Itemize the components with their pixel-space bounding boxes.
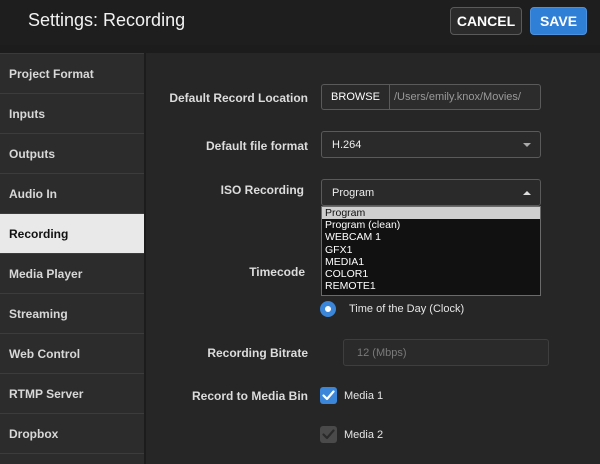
sidebar-item-audio-in[interactable]: Audio In: [0, 174, 144, 214]
sidebar-item-web-control[interactable]: Web Control: [0, 334, 144, 374]
iso-recording-label: ISO Recording: [220, 183, 304, 197]
file-format-select[interactable]: H.264: [321, 131, 541, 158]
recording-bitrate-input[interactable]: 12 (Mbps): [343, 339, 549, 366]
chevron-up-icon: [523, 191, 531, 195]
sidebar-item-rtmp-server[interactable]: RTMP Server: [0, 374, 144, 414]
sidebar-item-outputs[interactable]: Outputs: [0, 134, 144, 174]
sidebar-item-streaming[interactable]: Streaming: [0, 294, 144, 334]
page-title: Settings: Recording: [28, 10, 186, 30]
radio-selected-dot: [325, 306, 331, 312]
media-bin-label: Record to Media Bin: [191, 389, 308, 403]
dropdown-option-program[interactable]: Program: [322, 207, 540, 220]
sidebar-item-recording[interactable]: Recording: [0, 214, 144, 254]
title-bar: Settings: Recording CANCEL SAVE: [0, 0, 600, 45]
record-location-label: Default Record Location: [169, 91, 308, 105]
chevron-down-icon: [523, 143, 531, 147]
dropdown-option-webcam-1[interactable]: WEBCAM 1: [322, 231, 540, 243]
save-button[interactable]: SAVE: [530, 7, 587, 35]
sidebar-item-project-format[interactable]: Project Format: [0, 54, 144, 94]
dropdown-option-program-clean[interactable]: Program (clean): [322, 219, 540, 231]
recording-bitrate-label: Recording Bitrate: [207, 346, 308, 360]
sidebar-item-dropbox[interactable]: Dropbox: [0, 414, 144, 454]
file-format-label: Default file format: [205, 139, 308, 153]
sidebar-item-inputs[interactable]: Inputs: [0, 94, 144, 134]
media-2-label: Media 2: [344, 429, 384, 441]
checkmark-icon: [322, 390, 335, 401]
record-path-field[interactable]: /Users/emily.knox/Movies/: [389, 84, 541, 110]
dropdown-option-remote1[interactable]: REMOTE1: [322, 280, 540, 292]
dropdown-option-media1[interactable]: MEDIA1: [322, 256, 540, 268]
iso-recording-select[interactable]: Program: [321, 179, 541, 206]
checkmark-icon: [322, 429, 335, 440]
timecode-clock-label: Time of the Day (Clock): [349, 303, 465, 315]
media-2-checkbox: [320, 426, 337, 443]
file-format-value: H.264: [332, 138, 362, 151]
cancel-button[interactable]: CANCEL: [450, 7, 522, 35]
dropdown-option-color1[interactable]: COLOR1: [322, 268, 540, 280]
settings-sidebar: Project Format Inputs Outputs Audio In R…: [0, 53, 144, 464]
timecode-label: Timecode: [249, 265, 305, 279]
iso-recording-value: Program: [332, 186, 375, 199]
media-1-checkbox[interactable]: [320, 387, 337, 404]
timecode-clock-radio[interactable]: [320, 301, 336, 317]
iso-recording-dropdown: Program Program (clean) WEBCAM 1 GFX1 ME…: [321, 206, 541, 296]
sidebar-item-media-player[interactable]: Media Player: [0, 254, 144, 294]
dropdown-option-gfx1[interactable]: GFX1: [322, 244, 540, 256]
browse-button[interactable]: BROWSE: [321, 84, 389, 110]
media-1-label: Media 1: [344, 390, 384, 402]
